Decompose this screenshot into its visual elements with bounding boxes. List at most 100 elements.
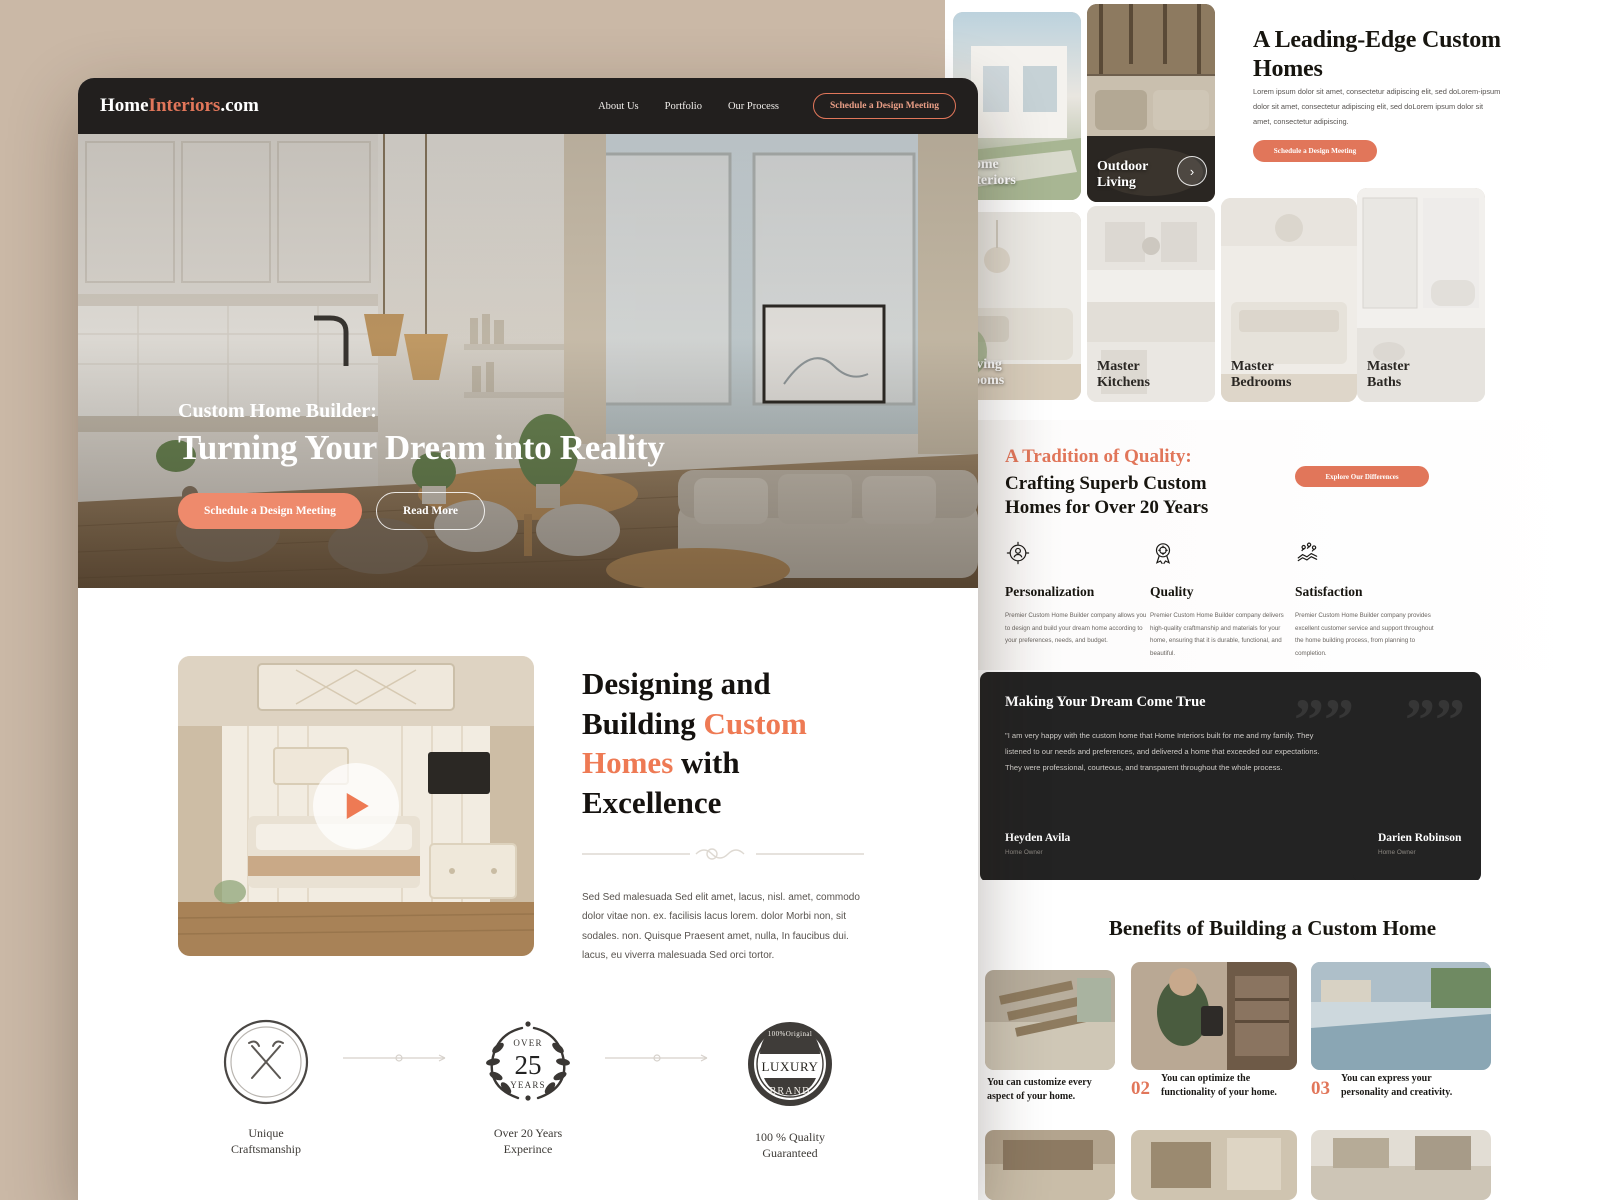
logo-text-accent: Interiors [148, 95, 221, 116]
benefit-image-1 [985, 970, 1115, 1070]
badge-stamp-top: 100%Original [768, 1030, 812, 1038]
benefit-image-6 [1311, 1130, 1491, 1200]
benefit-image-2 [1131, 962, 1297, 1070]
benefit-card-1[interactable] [985, 970, 1115, 1070]
feature-quality: Quality Premier Custom Home Builder comp… [1150, 540, 1298, 661]
badge-connector-2 [603, 1018, 715, 1098]
benefit-card-5[interactable] [1131, 1130, 1297, 1200]
nav-link-our-process[interactable]: Our Process [728, 101, 779, 112]
benefit-image-5 [1131, 1130, 1297, 1200]
personalization-user-target-icon [1006, 541, 1030, 565]
nav-schedule-meeting-button[interactable]: Schedule a Design Meeting [813, 93, 956, 119]
arrow-connector-icon [343, 1054, 446, 1062]
badges-row: Unique Craftsmanship OVER 25 YEARS Over … [78, 1018, 978, 1161]
benefit-number-2: 02 [1131, 1078, 1150, 1099]
feature-title: Personalization [1005, 584, 1095, 599]
category-card-master-baths[interactable]: Master Baths [1357, 188, 1485, 402]
play-icon[interactable] [346, 793, 369, 819]
hero-buttons: Schedule a Design Meeting Read More [178, 492, 665, 530]
feature-satisfaction: Satisfaction Premier Custom Home Builder… [1295, 540, 1443, 661]
hero-copy: Custom Home Builder: Turning Your Dream … [178, 400, 665, 530]
benefit-number-3: 03 [1311, 1078, 1330, 1099]
site-logo[interactable]: HomeInteriors.com [100, 95, 259, 117]
nav-link-portfolio[interactable]: Portfolio [665, 101, 702, 112]
right-hero-body: Lorem ipsum dolor sit amet, consectetur … [1253, 87, 1501, 126]
benefit-card-4[interactable] [985, 1130, 1115, 1200]
hero-section: Custom Home Builder: Turning Your Dream … [78, 134, 978, 588]
navbar: HomeInteriors.com About Us Portfolio Our… [78, 78, 978, 134]
chevron-right-icon[interactable]: › [1177, 156, 1207, 186]
video-card[interactable] [178, 656, 534, 956]
luxury-brand-seal-badge-icon: LUXURY BRAND 100%Original [748, 1021, 832, 1106]
laurel-wreath-years-badge-icon: OVER 25 YEARS [486, 1021, 570, 1101]
tradition-heading: Crafting Superb Custom Homes for Over 20… [1005, 473, 1209, 519]
testimonial-author-name: Darien Robinson [1378, 832, 1462, 844]
foreground-webpage-panel: HomeInteriors.com About Us Portfolio Our… [78, 78, 978, 1200]
benefits-section: Benefits of Building a Custom Home You c… [945, 880, 1600, 1200]
tradition-of-quality-section: A Tradition of Quality: Crafting Superb … [945, 420, 1600, 670]
tradition-eyebrow: A Tradition of Quality: [1005, 446, 1192, 467]
quotation-mark-icon: ”” [1405, 687, 1465, 753]
benefit-image-4 [985, 1130, 1115, 1200]
benefit-card-2[interactable] [1131, 962, 1297, 1070]
arrow-connector-icon [605, 1054, 708, 1062]
ornamental-divider [582, 847, 864, 860]
category-card-caption: Master Baths [1367, 358, 1410, 391]
right-hero-title: A Leading-Edge Custom Homes [1253, 27, 1501, 83]
category-card-caption: Outdoor Living [1097, 158, 1149, 191]
testimonial-card-secondary: ”” Darien Robinson Home Owner [1353, 672, 1481, 882]
benefit-caption-2: You can optimize the functionality of yo… [1161, 1073, 1277, 1098]
hero-title: Turning Your Dream into Reality [178, 428, 665, 467]
logo-text-suffix: .com [220, 95, 259, 116]
category-card-outdoor-living[interactable]: Outdoor Living › [1087, 4, 1215, 202]
designing-heading: Designing and Building Custom Homes with… [582, 664, 842, 823]
explore-differences-button[interactable]: Explore Our Differences [1295, 466, 1429, 487]
category-card-master-kitchens[interactable]: Master Kitchens [1087, 206, 1215, 402]
badge-stamp-value: 25 [515, 1050, 542, 1080]
testimonial-author-role: Home Owner [1005, 849, 1043, 856]
hero-read-more-button[interactable]: Read More [375, 492, 485, 530]
benefit-card-3[interactable] [1311, 962, 1491, 1070]
badge-stamp-bottom: YEARS [510, 1080, 546, 1090]
benefit-image-3 [1311, 962, 1491, 1070]
feature-body: Premier Custom Home Builder company deli… [1150, 612, 1284, 658]
background-webpage-panel: Home Interiors Outdoor Living › A Leadin… [945, 0, 1600, 1200]
badge-label: 100 % Quality Guaranteed [755, 1129, 825, 1160]
badge-connector-1 [341, 1018, 453, 1098]
badge-stamp-value: LUXURY [761, 1059, 818, 1074]
hero-eyebrow: Custom Home Builder: [178, 400, 377, 422]
hero-schedule-meeting-button[interactable]: Schedule a Design Meeting [178, 493, 362, 529]
feature-title: Quality [1150, 584, 1194, 599]
badge-unique-craftsmanship: Unique Craftsmanship [191, 1018, 341, 1157]
benefits-heading: Benefits of Building a Custom Home [1108, 916, 1437, 940]
designing-copy: Designing and Building Custom Homes with… [582, 656, 874, 966]
feature-body: Premier Custom Home Builder company allo… [1005, 612, 1147, 645]
category-card-caption: Master Bedrooms [1231, 358, 1292, 391]
testimonial-author-name: Heyden Avila [1005, 832, 1071, 844]
benefit-card-6[interactable] [1311, 1130, 1491, 1200]
nav-links: About Us Portfolio Our Process Schedule … [598, 93, 956, 119]
designing-section: Designing and Building Custom Homes with… [78, 588, 978, 966]
testimonial-author-role: Home Owner [1378, 849, 1416, 856]
badge-stamp-bottom: BRAND [769, 1086, 810, 1097]
designing-body: Sed Sed malesuada Sed elit amet, lacus, … [582, 891, 860, 962]
badge-over-20-years: OVER 25 YEARS Over 20 Years Experince [453, 1018, 603, 1157]
right-hero-cta-button[interactable]: Schedule a Design Meeting [1253, 140, 1377, 162]
badge-100-percent-quality: LUXURY BRAND 100%Original 100 % Quality … [715, 1018, 865, 1161]
category-card-master-bedrooms[interactable]: Master Bedrooms [1221, 198, 1357, 402]
feature-personalization: Personalization Premier Custom Home Buil… [1005, 540, 1153, 648]
testimonial-card-primary: ”” Making Your Dream Come True "I am ver… [980, 672, 1370, 882]
benefit-caption-3: You can express your personality and cre… [1341, 1073, 1453, 1098]
satisfaction-handshake-stars-icon [1297, 542, 1318, 562]
feature-title: Satisfaction [1295, 584, 1363, 599]
category-card-caption: Master Kitchens [1097, 358, 1150, 391]
badge-label: Unique Craftsmanship [231, 1125, 301, 1156]
logo-text-primary: Home [100, 95, 149, 116]
quality-award-ribbon-icon [1155, 543, 1171, 565]
nav-link-about-us[interactable]: About Us [598, 101, 639, 112]
testimonial-heading: Making Your Dream Come True [1005, 694, 1206, 710]
badge-stamp-top: OVER [513, 1038, 542, 1048]
benefit-caption-1: You can customize every aspect of your h… [987, 1077, 1092, 1102]
feature-body: Premier Custom Home Builder company prov… [1295, 612, 1434, 658]
badge-label: Over 20 Years Experince [493, 1125, 563, 1156]
